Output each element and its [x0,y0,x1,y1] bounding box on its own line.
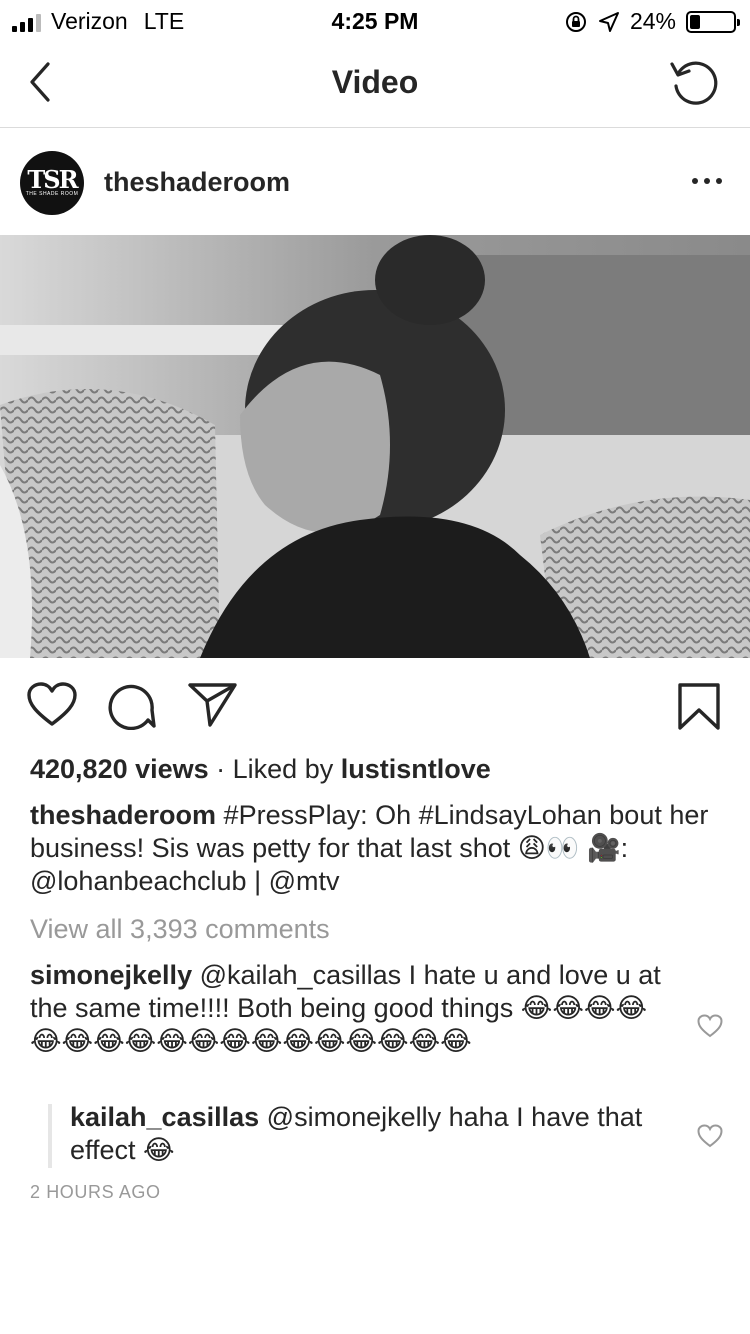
avatar[interactable]: TSR THE SHADE ROOM [20,151,84,215]
comment-icon[interactable] [108,682,156,730]
status-right: 24% [564,8,740,35]
orientation-lock-icon [565,11,586,32]
refresh-icon[interactable] [666,54,722,110]
video-frame [0,235,750,658]
comment-username[interactable]: simonejkelly [30,960,192,990]
liked-by-username[interactable]: lustisntlove [341,754,491,784]
avatar-logo-text: TSR [27,165,78,194]
view-all-comments-link[interactable]: View all 3,393 comments [30,913,730,946]
share-send-icon[interactable] [188,682,238,728]
post-header: TSR THE SHADE ROOM theshaderoom [0,129,750,235]
comment: simonejkelly @kailah_casillas I hate u a… [30,959,670,1058]
more-options-icon[interactable] [690,171,724,191]
nav-bar: Video [0,40,750,128]
status-bar: Verizon LTE 4:25 PM 24% [0,0,750,40]
reply-thread-line [48,1104,52,1168]
post-timestamp: 2 HOURS AGO [30,1182,161,1202]
comment-like-heart-icon[interactable] [697,1014,723,1038]
avatar-logo-subtext: THE SHADE ROOM [25,191,79,197]
view-count: 420,820 views [30,754,209,784]
page-title: Video [331,64,419,100]
reply-username[interactable]: kailah_casillas [70,1102,259,1132]
action-bar [0,658,750,754]
battery-icon [686,10,740,33]
post-username[interactable]: theshaderoom [104,167,290,198]
battery-percent: 24% [629,8,676,34]
views-liked-by: 420,820 views · Liked by lustisntlove [30,753,730,786]
caption: theshaderoom #PressPlay: Oh #LindsayLoha… [30,799,720,898]
liked-by-separator: · Liked by [208,754,341,784]
video-player[interactable] [0,235,750,658]
battery-level [690,14,701,29]
reply-like-heart-icon[interactable] [697,1124,723,1148]
reply-comment: kailah_casillas @simonejkelly haha I hav… [70,1101,680,1167]
save-bookmark-icon[interactable] [677,682,721,732]
caption-username[interactable]: theshaderoom [30,800,216,830]
location-arrow-icon [598,11,619,32]
like-heart-icon[interactable] [26,682,78,728]
